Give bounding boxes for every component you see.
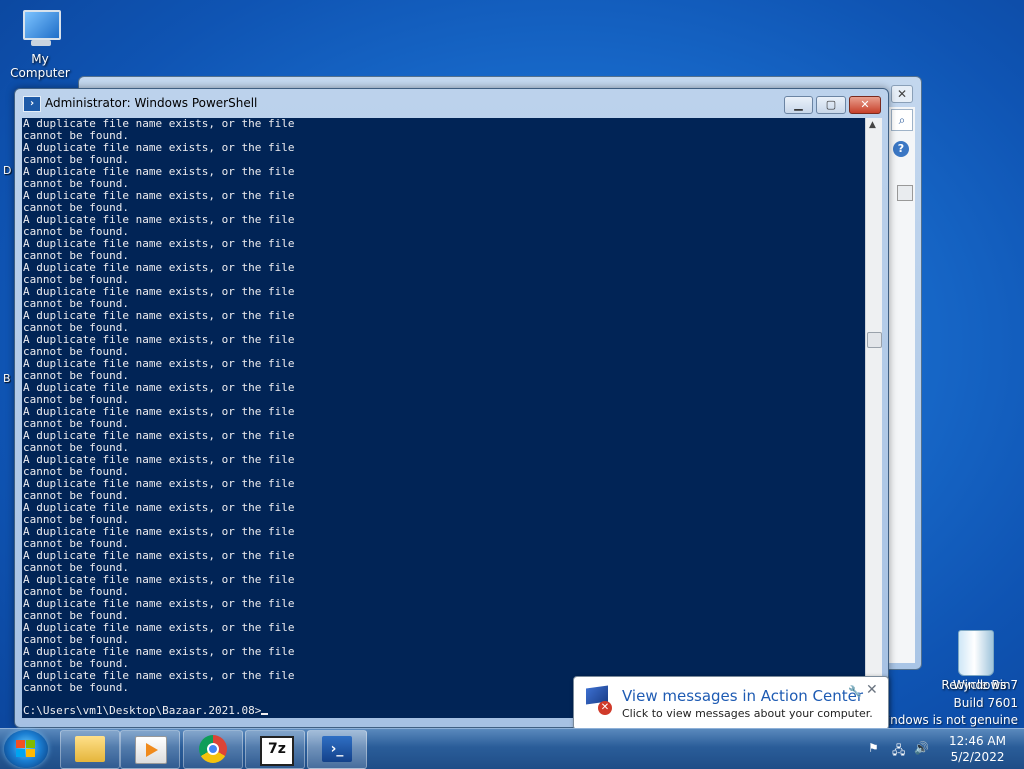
taskbar-explorer-button[interactable] — [60, 730, 120, 769]
powershell-icon: › — [23, 96, 41, 112]
notification-subtitle: Click to view messages about your comput… — [622, 707, 873, 720]
console-output-area[interactable]: A duplicate file name exists, or the fil… — [22, 118, 865, 718]
action-center-flag-icon: ✕ — [584, 685, 612, 715]
console-vertical-scrollbar[interactable]: ▲ — [865, 118, 882, 718]
watermark-build: Build 7601 — [953, 696, 1018, 710]
powershell-taskbar-icon: ›_ — [322, 736, 352, 762]
watermark-not-genuine: Windows is not genuine — [875, 713, 1018, 727]
network-icon[interactable]: 🖧 — [892, 741, 905, 762]
computer-icon — [17, 8, 63, 48]
watermark-os-name: Windows 7 — [952, 678, 1018, 692]
taskbar-7zip-button[interactable]: 7z — [245, 730, 305, 769]
close-button[interactable]: ✕ — [849, 96, 881, 114]
recycle-bin-icon — [958, 630, 994, 676]
media-player-icon — [135, 736, 167, 764]
maximize-button[interactable]: ▢ — [816, 96, 846, 114]
notification-title[interactable]: View messages in Action Center — [622, 687, 863, 705]
taskbar-powershell-button[interactable]: ›_ — [307, 730, 367, 769]
console-prompt-line[interactable]: C:\Users\vm1\Desktop\Bazaar.2021.08> — [23, 704, 269, 717]
console-output-text: A duplicate file name exists, or the fil… — [23, 118, 295, 694]
clock-time: 12:46 AM — [949, 734, 1006, 748]
search-icon[interactable]: ⌕ — [891, 109, 913, 131]
minimize-button[interactable]: ▁ — [784, 96, 813, 114]
console-prompt: C:\Users\vm1\Desktop\Bazaar.2021.08> — [23, 704, 262, 717]
error-badge-icon: ✕ — [598, 701, 612, 715]
my-computer-label: My Computer — [10, 52, 70, 80]
background-window-close-button[interactable]: ✕ — [891, 85, 913, 103]
taskbar-chrome-button[interactable] — [183, 730, 243, 769]
folder-icon — [75, 736, 105, 762]
clock[interactable]: 12:46 AM 5/2/2022 — [949, 733, 1006, 765]
background-window-scrollbar-thumb[interactable] — [897, 185, 913, 201]
volume-icon[interactable]: 🔊 — [914, 741, 929, 755]
window-title: Administrator: Windows PowerShell — [45, 96, 258, 110]
clock-date: 5/2/2022 — [950, 750, 1005, 764]
system-tray: ⚑ 🖧 🔊 12:46 AM 5/2/2022 — [866, 729, 1024, 769]
action-center-tray-icon[interactable]: ⚑ — [868, 741, 879, 755]
text-cursor — [261, 713, 269, 715]
help-icon[interactable]: ? — [893, 141, 909, 157]
7zip-icon: 7z — [260, 736, 294, 766]
start-button[interactable] — [4, 730, 48, 768]
taskbar: 7z ›_ ⚑ 🖧 🔊 12:46 AM 5/2/2022 — [0, 728, 1024, 769]
my-computer-desktop-icon[interactable]: My Computer — [0, 8, 80, 80]
scrollbar-thumb[interactable] — [867, 332, 882, 348]
notification-close-button[interactable]: ✕ — [866, 682, 878, 698]
wrench-icon[interactable]: 🔧 — [848, 685, 862, 698]
desktop-edge-letter-d: D — [3, 164, 12, 177]
taskbar-media-player-button[interactable] — [120, 730, 180, 769]
powershell-window[interactable]: › Administrator: Windows PowerShell ▁ ▢ … — [14, 88, 889, 728]
powershell-title-bar[interactable]: › Administrator: Windows PowerShell ▁ ▢ … — [15, 89, 888, 117]
desktop-edge-letter-b: B — [3, 372, 11, 385]
chrome-icon — [199, 735, 227, 763]
windows-logo-icon — [16, 740, 36, 758]
scroll-up-arrow-icon[interactable]: ▲ — [869, 120, 876, 130]
action-center-notification[interactable]: ✕ View messages in Action Center Click t… — [573, 676, 889, 737]
